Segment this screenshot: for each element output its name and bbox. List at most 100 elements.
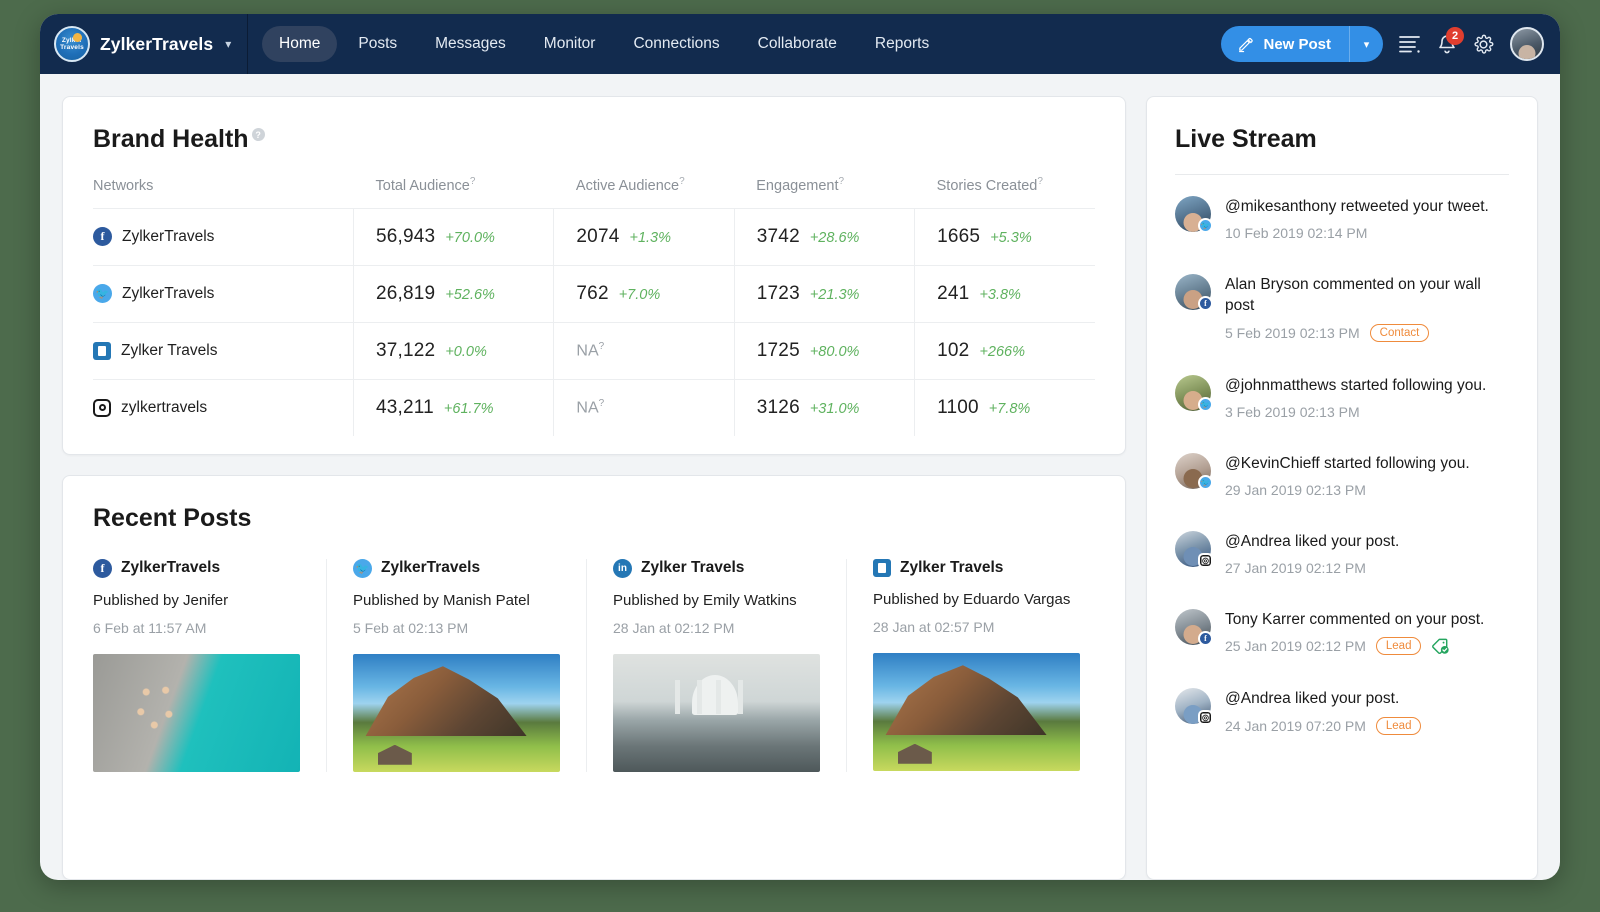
column-header-networks: Networks [93,177,154,194]
post-author: Published by Manish Patel [353,591,530,609]
nav-item-collaborate[interactable]: Collaborate [741,26,854,62]
cell-engagement: 1725 +80.0% [733,321,915,380]
column-header-engagement: Engagement? [756,176,845,194]
new-post-label: New Post [1263,35,1331,53]
cell-engagement: 1723 +21.3% [733,264,915,323]
feed-list-icon[interactable] [1399,35,1421,53]
left-column: Brand Health ? Networks Total Audience? [62,96,1126,880]
notifications-button[interactable]: 2 [1437,26,1464,55]
settings-button[interactable] [1473,34,1494,55]
logo-line-2: Travels [60,44,84,51]
post-card[interactable]: 🐦 ZylkerTravels Published by Manish Pate… [326,558,586,772]
cell-stories-created: 241 +3.8% [914,264,1095,323]
nav-item-messages[interactable]: Messages [418,26,523,62]
cell-total-audience: 56,943 +70.0% [353,207,554,266]
help-icon[interactable]: ? [679,176,685,187]
list-item[interactable]: f Tony Karrer commented on your post. 25… [1175,592,1509,672]
list-item[interactable]: 🐦 @johnmatthews started following you. 3… [1175,358,1509,436]
list-item[interactable]: f Alan Bryson commented on your wall pos… [1175,257,1509,358]
list-item[interactable]: ◎ @Andrea liked your post. 27 Jan 2019 0… [1175,514,1509,592]
stream-timestamp: 24 Jan 2019 07:20 PM [1225,718,1366,735]
cell-engagement: 3742 +28.6% [733,207,915,266]
pencil-icon [1239,37,1254,52]
nav-item-posts[interactable]: Posts [341,26,414,62]
nav-item-reports[interactable]: Reports [858,26,946,62]
cell-active-audience: NA? [553,378,735,436]
post-thumbnail-mountain-meadow[interactable] [353,653,560,772]
new-post-button[interactable]: New Post ▾ [1221,26,1383,62]
instagram-icon: ◎ [1198,552,1213,568]
cell-total-audience: 26,819 +52.6% [353,264,554,323]
post-card[interactable]: Zylker Travels Published by Eduardo Varg… [846,558,1106,772]
post-timestamp: 6 Feb at 11:57 AM [93,619,207,636]
nav-item-monitor[interactable]: Monitor [527,26,613,62]
recent-posts-list: f ZylkerTravels Published by Jenifer 6 F… [93,558,1095,772]
stream-message: @Andrea liked your post. [1225,532,1400,550]
post-account: ZylkerTravels [381,559,481,577]
nav-item-home[interactable]: Home [262,26,338,62]
stream-message: @johnmatthews started following you. [1225,376,1487,394]
nav-item-connections[interactable]: Connections [616,26,736,62]
instagram-icon [93,398,111,417]
table-row[interactable]: Zylker Travels 37,122 +0.0% NA? 1725 +80… [93,321,1095,380]
post-card[interactable]: f ZylkerTravels Published by Jenifer 6 F… [93,558,326,772]
status-badge: Lead [1375,637,1422,656]
brand-name: ZylkerTravels [100,33,214,54]
post-account: ZylkerTravels [121,559,221,577]
cell-total-audience: 37,122 +0.0% [353,321,554,380]
table-header-row: Networks Total Audience? Active Audience… [93,176,1095,208]
post-author: Published by Jenifer [93,591,229,609]
new-post-dropdown-toggle[interactable]: ▾ [1349,26,1383,62]
user-avatar[interactable] [1510,27,1544,61]
stream-timestamp: 3 Feb 2019 02:13 PM [1225,403,1360,420]
page-title: Brand Health [93,125,249,153]
divider [1175,174,1509,175]
status-badge: Contact [1369,323,1430,342]
new-post-main[interactable]: New Post [1221,26,1349,62]
table-row[interactable]: zylkertravels 43,211 +61.7% NA? 3126 +31… [93,378,1095,436]
brand-health-title-wrap: Brand Health ? [93,125,265,154]
post-thumbnail-taj-mahal-misty[interactable] [613,653,820,772]
post-card[interactable]: in Zylker Travels Published by Emily Wat… [586,558,846,772]
cell-engagement: 3126 +31.0% [733,378,915,436]
stream-timestamp: 10 Feb 2019 02:14 PM [1225,224,1368,241]
help-icon[interactable]: ? [1037,176,1043,187]
cell-active-audience: 2074 +1.3% [553,207,735,266]
gear-icon [1474,34,1494,54]
list-item[interactable]: 🐦 @mikesanthony retweeted your tweet. 10… [1175,179,1509,257]
post-thumbnail-mountain-meadow[interactable] [873,652,1080,771]
post-timestamp: 5 Feb at 02:13 PM [353,619,469,636]
linkedin-icon: in [613,558,632,578]
stream-message: @Andrea liked your post. [1225,690,1400,708]
cell-active-audience: NA? [553,321,735,380]
post-timestamp: 28 Jan at 02:12 PM [613,619,735,636]
navbar-actions: New Post ▾ 2 [1221,26,1544,62]
cell-network: Zylker Travels [93,321,354,380]
list-item[interactable]: 🐦 @KevinChieff started following you. 29… [1175,436,1509,514]
chevron-down-icon[interactable]: ▾ [225,37,231,51]
list-item[interactable]: ◎ @Andrea liked your post. 24 Jan 2019 0… [1175,671,1509,751]
twitter-icon: 🐦 [1198,218,1213,233]
twitter-icon: 🐦 [1198,474,1213,490]
facebook-icon: f [1198,630,1213,646]
help-icon[interactable]: ? [839,176,845,187]
help-icon[interactable]: ? [251,128,265,141]
help-icon[interactable]: ? [470,176,476,187]
table-row[interactable]: 🐦 ZylkerTravels 26,819 +52.6% 762 +7.0% … [93,264,1095,323]
twitter-icon: 🐦 [93,284,112,304]
cell-network: 🐦 ZylkerTravels [93,264,354,323]
main-content: Brand Health ? Networks Total Audience? [40,74,1560,880]
post-author: Published by Eduardo Vargas [873,590,1071,608]
top-navbar: Zylker Travels ZylkerTravels ▾ Home Post… [40,14,1560,74]
stream-timestamp: 25 Jan 2019 02:12 PM [1225,638,1366,655]
brand-selector[interactable]: Zylker Travels ZylkerTravels ▾ [40,14,248,74]
twitter-icon: 🐦 [353,558,372,578]
zylker-travels-logo: Zylker Travels [54,26,90,62]
column-header-active-audience: Active Audience? [575,176,685,194]
cell-stories-created: 102 +266% [914,321,1095,380]
verified-tag-icon[interactable] [1431,638,1450,655]
recent-posts-title: Recent Posts [93,503,252,532]
post-thumbnail-pool-dock-aerial[interactable] [93,653,300,772]
table-row[interactable]: f ZylkerTravels 56,943 +70.0% 2074 +1.3%… [93,207,1095,266]
twitter-icon: 🐦 [1198,396,1213,412]
